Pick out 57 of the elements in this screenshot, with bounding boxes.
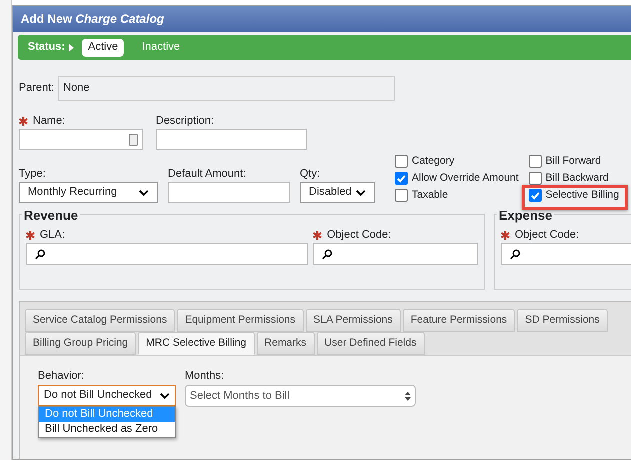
field-label: GLA: [40,228,66,243]
field-label: Behavior: [38,369,86,384]
search-icon [322,248,334,260]
placeholder-text: Select Months to Bill [190,388,290,404]
tab[interactable]: User Defined Fields [316,332,425,355]
caret-icon [69,44,74,52]
field-label: Object Code: [515,228,580,243]
field-label: Default Amount: [168,167,248,182]
checkbox-label: Bill Backward [546,170,609,186]
field-label: Months: [185,369,226,384]
contact-card-icon [129,134,138,146]
tab[interactable]: Remarks [256,332,315,355]
qty-select[interactable]: Disabled [300,182,375,203]
months-select[interactable]: Select Months to Bill [185,385,416,407]
status-label: Status: [28,40,66,56]
tab[interactable]: SD Permissions [517,309,608,332]
tab[interactable]: Billing Group Pricing [25,332,136,355]
chevron-icon [356,190,366,196]
tab[interactable]: Service Catalog Permissions [25,309,176,332]
lookup-field[interactable] [313,243,478,265]
checkbox[interactable] [395,155,408,168]
checkbox-label: Taxable [412,188,448,203]
checkbox-label: Bill Forward [546,154,602,169]
checkbox-label: Allow Override Amount [412,170,519,186]
checkbox[interactable] [528,189,542,202]
description-field[interactable] [156,129,307,150]
checkbox-label: Category [412,154,455,169]
type-select[interactable]: Monthly Recurring [19,182,158,203]
checkbox-label: Selective Billing [546,188,620,203]
dropdown-option[interactable]: Bill Unchecked as Zero [39,422,175,437]
search-icon [35,248,46,260]
lookup-field[interactable] [26,243,308,265]
lookup-field[interactable] [501,243,631,265]
chevron-icon [139,190,149,196]
search-icon [510,248,521,260]
default-amount-field[interactable] [168,182,290,203]
chevron-icon [160,392,170,398]
field-label: Parent: [19,81,54,96]
checkbox[interactable] [528,172,542,185]
sort-arrows-icon [405,392,411,400]
status-option[interactable]: Active [82,38,124,56]
tab[interactable]: Feature Permissions [402,309,516,332]
field-label: Type: [19,167,47,182]
behavior-select[interactable]: Do not Bill Unchecked [38,385,176,406]
field-label: Object Code: [327,228,392,243]
checkbox[interactable] [395,172,408,185]
tab[interactable]: MRC Selective Billing [138,332,255,355]
field-label: Description: [156,114,214,129]
field-label: Name: [33,114,66,129]
checkbox[interactable] [528,155,542,168]
field-label: Qty: [300,167,322,182]
name-field[interactable] [19,129,143,150]
tab[interactable]: SLA Permissions [306,309,401,332]
tab[interactable]: Equipment Permissions [177,309,304,332]
checkbox[interactable] [395,189,408,202]
parent-field: None [58,76,396,101]
dialog-title: Add New Charge Catalog [13,6,631,32]
